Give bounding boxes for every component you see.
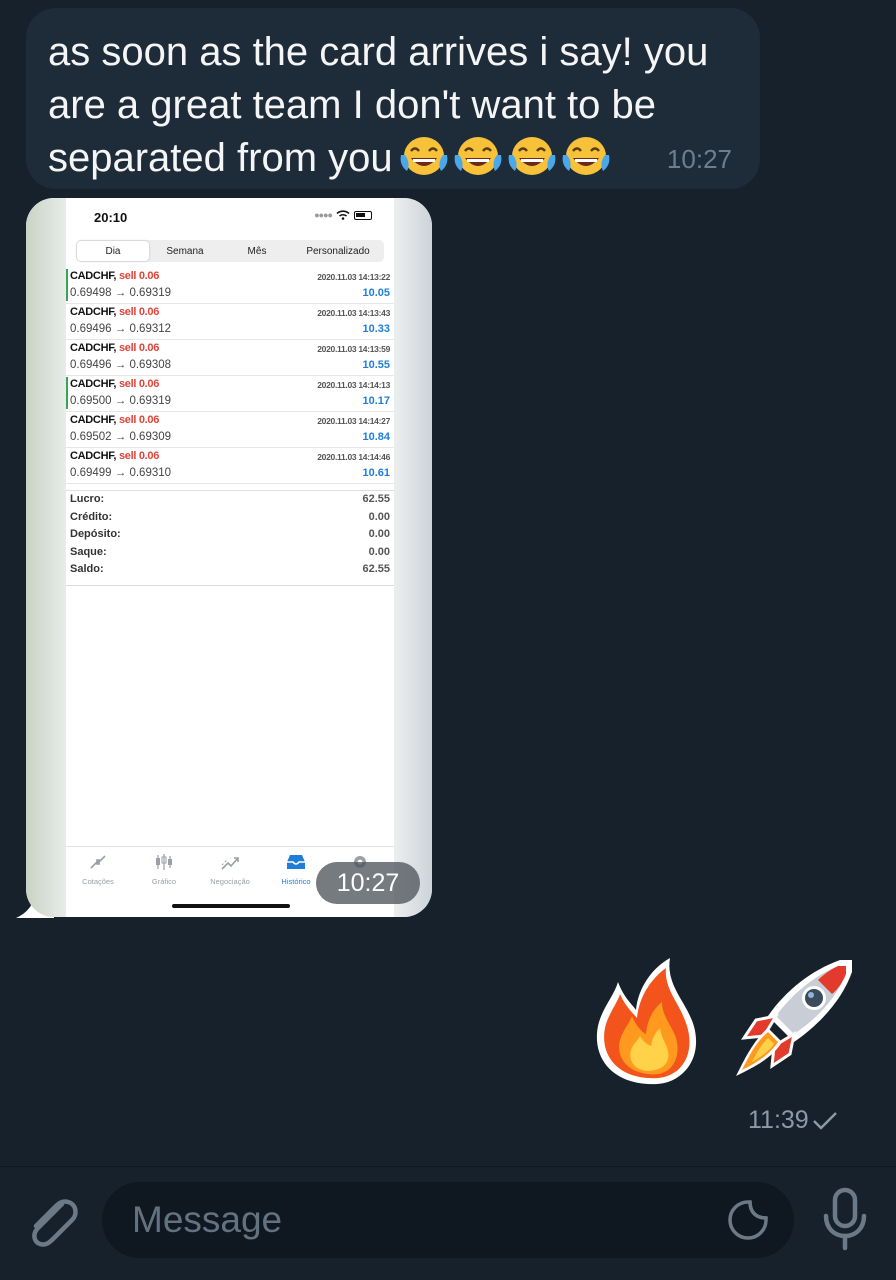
tab-cotacoes: Cotações — [66, 853, 130, 886]
phone-status-time: 20:10 — [94, 210, 128, 225]
outgoing-emoji-message[interactable] — [590, 952, 860, 1087]
segment-semana: Semana — [166, 245, 204, 257]
deal-prices: 0.69496 → 0.69308 — [70, 359, 172, 371]
tab-negociacao: Negociação — [198, 853, 262, 886]
deal-prices: 0.69498 → 0.69319 — [70, 287, 172, 299]
incoming-message-bubble[interactable]: as soon as the card arrives i say! you a… — [26, 8, 760, 189]
deal-symbol-line: CADCHF, sell 0.06 — [70, 414, 160, 426]
deal-prices: 0.69499 → 0.69310 — [70, 467, 172, 479]
quotes-icon — [90, 855, 106, 869]
deal-side: sell 0.06 — [118, 378, 160, 390]
deal-profit: 10.84 — [362, 431, 390, 443]
deal-prices: 0.69500 → 0.69319 — [70, 395, 172, 407]
deal-row: CADCHF, sell 0.06 0.69502 → 0.69309 2020… — [66, 412, 394, 448]
deal-symbol-line: CADCHF, sell 0.06 — [70, 450, 160, 462]
microphone-icon[interactable] — [818, 1186, 872, 1252]
deal-prices: 0.69496 → 0.69312 — [70, 323, 172, 335]
phone-status-bar: 20:10 ●●●● — [66, 198, 394, 234]
sent-check-icon — [812, 1111, 837, 1130]
deals-list: CADCHF, sell 0.06 0.69498 → 0.69319 2020… — [66, 268, 394, 484]
image-message-bubble[interactable]: 20:10 ●●●● Dia Semana Mês Personalizado … — [26, 198, 432, 917]
segment-dia: Dia — [77, 241, 149, 261]
paperclip-icon[interactable] — [22, 1190, 80, 1250]
deal-date: 2020.11.03 14:13:59 — [317, 344, 390, 354]
deal-profit: 10.05 — [362, 287, 390, 299]
deal-side: sell 0.06 — [118, 450, 160, 462]
laughing-emoji-icon — [454, 137, 502, 175]
summary-row: Saldo: 62.55 — [70, 563, 390, 576]
trading-app-screenshot: 20:10 ●●●● Dia Semana Mês Personalizado … — [66, 198, 394, 917]
summary-row: Crédito: 0.00 — [70, 510, 390, 523]
wifi-icon — [336, 210, 350, 220]
image-blur-edge — [26, 198, 66, 917]
deal-date: 2020.11.03 14:14:46 — [317, 452, 390, 462]
deal-profit: 10.55 — [362, 359, 390, 371]
summary-row: Depósito: 0.00 — [70, 528, 390, 541]
deal-symbol-line: CADCHF, sell 0.06 — [70, 270, 160, 282]
deal-side: sell 0.06 — [118, 414, 160, 426]
account-summary: Lucro: 62.55 Crédito: 0.00 Depósito: 0.00 S… — [66, 490, 394, 586]
deal-row: CADCHF, sell 0.06 0.69499 → 0.69310 2020… — [66, 448, 394, 484]
message-time: 10:27 — [666, 144, 732, 174]
deal-row: CADCHF, sell 0.06 0.69500 → 0.69319 2020… — [66, 376, 394, 412]
battery-icon — [354, 210, 372, 220]
deal-row: CADCHF, sell 0.06 0.69498 → 0.69319 2020… — [66, 268, 394, 304]
deal-date: 2020.11.03 14:14:27 — [317, 416, 390, 426]
outgoing-message-time: 11:39 — [748, 1106, 809, 1134]
deal-date: 2020.11.03 14:13:22 — [317, 272, 390, 282]
message-text-container: as soon as the card arrives i say! you a… — [48, 26, 748, 185]
outgoing-message-meta: 11:39 — [748, 1106, 839, 1135]
deal-prices: 0.69502 → 0.69309 — [70, 431, 172, 443]
chart-icon — [156, 854, 172, 870]
summary-row: Lucro: 62.55 — [70, 493, 390, 505]
sticker-icon[interactable] — [726, 1198, 770, 1242]
deal-symbol-line: CADCHF, sell 0.06 — [70, 306, 160, 318]
signal-icon: ●●●● — [314, 210, 333, 220]
deal-date: 2020.11.03 14:13:43 — [317, 308, 390, 318]
deal-side: sell 0.06 — [118, 342, 160, 354]
deal-profit: 10.17 — [362, 395, 390, 407]
phone-status-icons: ●●●● — [314, 210, 372, 220]
laughing-emoji-icon — [508, 137, 556, 175]
period-segmented-control: Dia Semana Mês Personalizado — [76, 240, 384, 262]
laughing-emoji-group — [399, 133, 611, 179]
deal-profit: 10.61 — [362, 467, 390, 479]
laughing-emoji-icon — [400, 137, 448, 175]
image-blur-edge — [392, 198, 432, 917]
message-input-container — [102, 1182, 794, 1258]
deal-side: sell 0.06 — [118, 270, 160, 282]
laughing-emoji-icon — [562, 137, 610, 175]
image-message-time: 10:27 — [316, 862, 420, 904]
deal-profit: 10.33 — [362, 323, 390, 335]
deal-date: 2020.11.03 14:14:13 — [317, 380, 390, 390]
deal-symbol-line: CADCHF, sell 0.06 — [70, 378, 160, 390]
segment-mes: Mês — [247, 245, 267, 257]
rocket-icon — [736, 960, 852, 1076]
trade-icon — [221, 857, 239, 870]
summary-row: Saque: 0.00 — [70, 545, 390, 558]
deal-symbol-line: CADCHF, sell 0.06 — [70, 342, 160, 354]
deal-row: CADCHF, sell 0.06 0.69496 → 0.69308 2020… — [66, 340, 394, 376]
home-indicator — [172, 904, 290, 908]
fire-icon — [596, 958, 697, 1085]
history-icon — [287, 855, 305, 869]
deal-row: CADCHF, sell 0.06 0.69496 → 0.69312 2020… — [66, 304, 394, 340]
deal-side: sell 0.06 — [118, 306, 160, 318]
message-input[interactable] — [132, 1194, 712, 1246]
segment-personalizado: Personalizado — [306, 245, 370, 257]
tab-grafico: Gráfico — [132, 853, 196, 886]
